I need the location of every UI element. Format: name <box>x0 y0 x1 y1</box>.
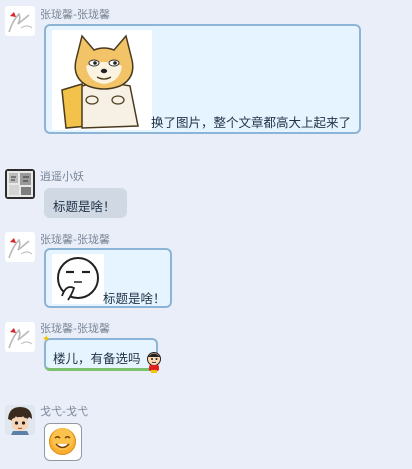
shiba-doge-sticker[interactable] <box>52 30 152 130</box>
avatar-zhanglongxin[interactable] <box>5 232 35 262</box>
message-bubble[interactable] <box>44 423 82 461</box>
pen-logo-icon <box>5 232 35 262</box>
sparkle-icon: ✦ <box>42 334 51 345</box>
manga-avatar-icon <box>5 169 35 199</box>
pen-logo-icon <box>5 6 35 36</box>
thinking-face-sticker[interactable] <box>52 254 104 304</box>
message-text: 标题是啥！ <box>53 199 116 214</box>
avatar-zhanglongxin[interactable] <box>5 322 35 352</box>
message-text: 楼儿，有备选吗 <box>53 351 141 366</box>
avatar-geyi[interactable] <box>5 405 35 435</box>
message-bubble[interactable]: 标题是啥！ <box>44 188 127 218</box>
avatar-zhanglongxin[interactable] <box>5 6 35 36</box>
message-text: 标题是啥！ <box>103 291 166 306</box>
anime-boy-avatar-icon <box>5 405 35 435</box>
message-text: 换了图片，整个文章都高大上起来了 <box>151 115 352 130</box>
smile-emoji[interactable] <box>45 424 80 459</box>
sender-name: 张珑馨-张珑馨 <box>40 322 110 335</box>
message-bubble[interactable]: 标题是啥！ <box>44 248 172 308</box>
message-bubble[interactable]: 换了图片，整个文章都高大上起来了 <box>44 24 361 134</box>
sender-name: 张珑馨-张珑馨 <box>40 8 110 21</box>
sender-name: 逍遥小妖 <box>40 170 84 183</box>
sender-name: 张珑馨-张珑馨 <box>40 233 110 246</box>
crayon-shin-chan-sticker[interactable] <box>143 351 165 373</box>
message-bubble[interactable]: ✦ 楼儿，有备选吗 <box>42 334 158 371</box>
avatar-xiaoyaoxiaoyao[interactable] <box>5 169 35 199</box>
sender-name: 戈弋-戈弋 <box>40 405 88 418</box>
pen-logo-icon <box>5 322 35 352</box>
